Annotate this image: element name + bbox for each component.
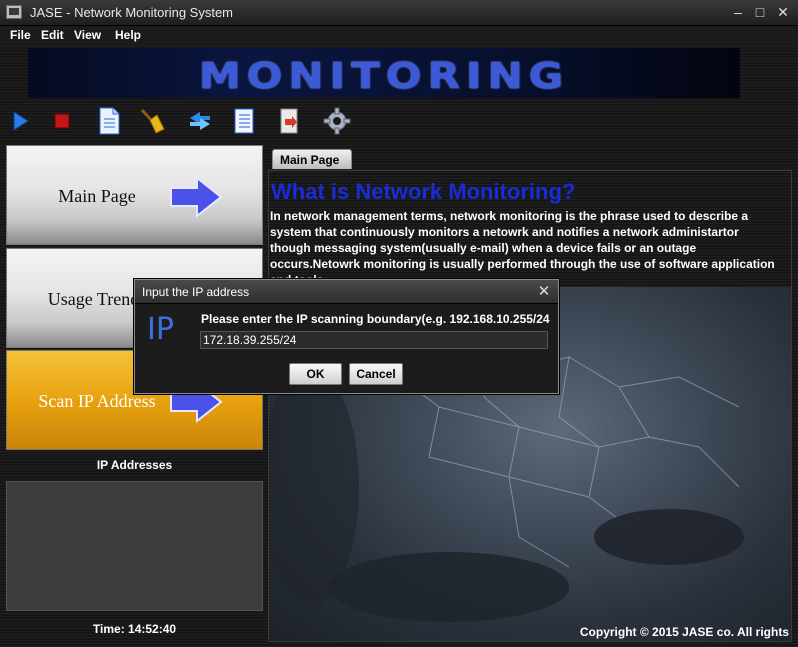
export-icon[interactable] [274,106,304,136]
left-panel: Main Page Usage Trends Scan IP Address I… [0,142,266,647]
refresh-icon[interactable] [185,106,215,136]
banner: MONITORING [28,48,740,98]
tab-main-page[interactable]: Main Page [272,149,352,169]
stop-icon[interactable] [47,106,77,136]
window-title: JASE - Network Monitoring System [30,5,234,20]
title-bar: JASE - Network Monitoring System – □ ✕ [0,0,798,26]
time-display: Time: 14:52:40 [92,622,177,636]
ip-logo-icon: IP [147,312,174,347]
menu-help[interactable]: Help [115,28,141,42]
menu-edit[interactable]: Edit [41,28,64,42]
menu-file[interactable]: File [10,28,31,42]
dialog-title-bar: Input the IP address ✕ [135,280,558,304]
arrow-right-icon [170,176,223,218]
copyright-text: Copyright © 2015 JASE co. All rights res… [579,625,789,641]
nav-scan-ip-label: Scan IP Address [38,391,156,411]
ip-addresses-heading: IP Addresses [96,458,173,472]
minimize-button[interactable]: – [728,3,748,21]
content-title: What is Network Monitoring? [271,179,576,204]
ip-input-dialog: Input the IP address ✕ IP Please enter t… [134,279,559,394]
play-icon[interactable] [6,106,36,136]
dialog-prompt: Please enter the IP scanning boundary(e.… [201,312,550,326]
main-content: What is Network Monitoring? In network m… [268,170,792,642]
banner-text: MONITORING [198,54,570,97]
maximize-button[interactable]: □ [750,3,770,21]
close-button[interactable]: ✕ [773,3,793,21]
nav-main-page-button[interactable]: Main Page [6,145,263,245]
content-body: In network management terms, network mon… [270,209,775,287]
app-icon [6,5,22,19]
broom-icon[interactable] [137,106,167,136]
dialog-close-icon[interactable]: ✕ [535,282,553,300]
nav-main-page-label: Main Page [58,186,136,206]
menu-bar: File Edit View Help [0,26,798,46]
ok-button[interactable]: OK [289,363,342,385]
ip-address-input[interactable] [200,331,548,349]
report-icon[interactable] [229,106,259,136]
dialog-title: Input the IP address [142,285,250,299]
toolbar [0,102,798,140]
ip-address-list[interactable] [6,481,263,611]
cancel-button[interactable]: Cancel [349,363,403,385]
document-icon[interactable] [94,106,124,136]
settings-icon[interactable] [322,106,352,136]
menu-view[interactable]: View [74,28,101,42]
